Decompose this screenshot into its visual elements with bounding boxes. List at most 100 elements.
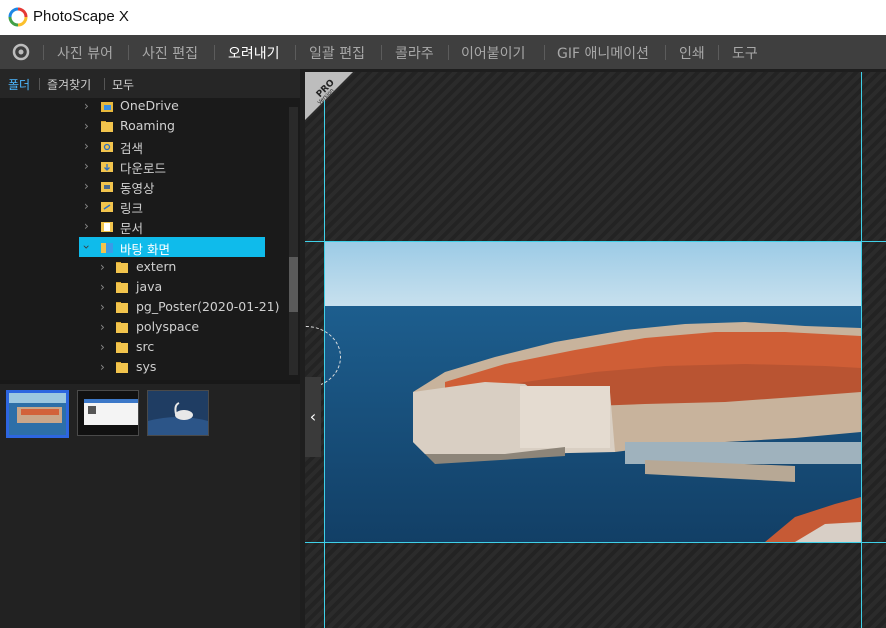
desktop-folder-icon	[101, 243, 113, 253]
tree-item-pg-poster[interactable]: › pg_Poster(2020-01-21)	[0, 297, 288, 317]
tree-item-label: 링크	[120, 201, 144, 216]
folder-icon	[116, 302, 128, 313]
menu-cut-out[interactable]: 오려내기	[228, 43, 280, 63]
tab-separator	[39, 78, 40, 90]
chevron-down-icon[interactable]: ›	[79, 245, 93, 250]
chevron-right-icon[interactable]: ›	[100, 340, 105, 354]
tree-item-label: OneDrive	[120, 98, 179, 113]
tree-item-label: 다운로드	[120, 161, 167, 176]
menu-combine[interactable]: 이어붙이기	[461, 43, 525, 63]
chevron-right-icon[interactable]: ›	[84, 179, 89, 193]
tree-item-label: Roaming	[120, 118, 175, 133]
thumbnail-image	[9, 393, 66, 435]
folder-icon	[116, 282, 128, 293]
chevron-right-icon[interactable]: ›	[100, 360, 105, 374]
tree-item-src[interactable]: › src	[0, 337, 288, 357]
menu-print[interactable]: 인쇄	[679, 43, 705, 63]
chevron-right-icon[interactable]: ›	[84, 159, 89, 173]
chevron-right-icon[interactable]: ›	[84, 99, 89, 113]
menu-separator	[214, 45, 215, 60]
menu-batch-editor[interactable]: 일괄 편집	[309, 43, 365, 63]
menu-separator	[381, 45, 382, 60]
tree-item-label: pg_Poster(2020-01-21)	[136, 299, 280, 314]
chevron-right-icon[interactable]: ›	[100, 280, 105, 294]
tree-item-label: 검색	[120, 141, 144, 156]
tree-item-videos[interactable]: › 동영상	[0, 176, 288, 196]
photoscape-logo-icon	[8, 7, 28, 27]
tree-item-label: src	[136, 339, 155, 354]
folder-icon	[101, 121, 113, 132]
tree-item-java[interactable]: › java	[0, 277, 288, 297]
tree-item-label: 바탕 화면	[120, 242, 170, 257]
tree-item-search[interactable]: › 검색	[0, 136, 288, 156]
link-folder-icon	[101, 202, 113, 212]
menu-separator	[665, 45, 666, 60]
tree-item-label: sys	[136, 359, 157, 374]
canvas-photo[interactable]	[325, 242, 861, 542]
video-folder-icon	[101, 182, 113, 192]
browser-tabs: 폴더 즐겨찾기 모두	[0, 69, 300, 98]
menu-separator	[718, 45, 719, 60]
menu-separator	[295, 45, 296, 60]
folder-icon	[116, 322, 128, 333]
tree-item-sys[interactable]: › sys	[0, 357, 288, 377]
guide-line-right[interactable]	[861, 72, 862, 628]
menu-separator	[544, 45, 545, 60]
chevron-right-icon[interactable]: ›	[100, 260, 105, 274]
thumbnail-screenshot[interactable]	[77, 390, 139, 436]
folder-icon	[116, 362, 128, 373]
tree-item-downloads[interactable]: › 다운로드	[0, 156, 288, 176]
thumbnail-swan[interactable]	[147, 390, 209, 436]
document-folder-icon	[101, 222, 113, 232]
chevron-right-icon[interactable]: ›	[84, 139, 89, 153]
tree-item-label: 동영상	[120, 181, 155, 196]
download-folder-icon	[101, 162, 113, 172]
menu-separator	[448, 45, 449, 60]
tab-folders[interactable]: 폴더	[8, 76, 30, 93]
cloud-folder-icon	[101, 102, 113, 112]
menu-photo-editor[interactable]: 사진 편집	[142, 43, 198, 63]
tree-scrollbar-thumb[interactable]	[289, 257, 298, 312]
menu-separator	[43, 45, 44, 60]
thumbnail-image	[78, 391, 138, 435]
tab-favorites[interactable]: 즐겨찾기	[47, 76, 91, 93]
tree-item-onedrive[interactable]: › OneDrive	[0, 98, 288, 116]
main-menu-bar: 사진 뷰어 사진 편집 오려내기 일괄 편집 콜라주 이어붙이기 GIF 애니메…	[0, 35, 886, 69]
tree-item-documents[interactable]: › 문서	[0, 216, 288, 236]
thumbnail-strip	[0, 380, 300, 628]
tree-item-label: extern	[136, 259, 177, 274]
pro-version-badge: PRO Version	[305, 72, 353, 120]
chevron-right-icon[interactable]: ›	[100, 300, 105, 314]
chevron-right-icon[interactable]: ›	[84, 219, 89, 233]
folder-icon	[116, 342, 128, 353]
folder-icon	[116, 262, 128, 273]
cut-out-canvas[interactable]: ‹ PRO Version	[305, 72, 886, 628]
tab-all[interactable]: 모두	[112, 76, 134, 93]
home-logo-icon[interactable]	[10, 42, 32, 62]
tree-item-label: polyspace	[136, 319, 200, 334]
tab-separator	[104, 78, 105, 90]
dubrovnik-photo	[325, 242, 861, 542]
collapse-panel-button[interactable]: ‹	[305, 377, 321, 457]
thumbnail-image	[148, 391, 208, 435]
guide-line-bottom[interactable]	[305, 542, 886, 543]
menu-tools[interactable]: 도구	[732, 43, 758, 63]
chevron-right-icon[interactable]: ›	[100, 320, 105, 334]
browser-panel: 폴더 즐겨찾기 모두 › OneDrive › Roaming › 검색 › 다…	[0, 69, 300, 628]
thumbnail-dubrovnik[interactable]	[6, 390, 69, 438]
title-bar: PhotoScape X	[0, 0, 886, 35]
search-folder-icon	[101, 142, 113, 152]
menu-collage[interactable]: 콜라주	[395, 43, 434, 63]
tree-item-roaming[interactable]: › Roaming	[0, 116, 288, 136]
tree-item-label: java	[136, 279, 163, 294]
tree-scrollbar[interactable]	[289, 107, 298, 375]
menu-separator	[128, 45, 129, 60]
chevron-right-icon[interactable]: ›	[84, 119, 89, 133]
tree-item-desktop[interactable]: › 바탕 화면	[0, 237, 288, 257]
menu-gif-animation[interactable]: GIF 애니메이션	[557, 43, 649, 63]
tree-item-polyspace[interactable]: › polyspace	[0, 317, 288, 337]
tree-item-links[interactable]: › 링크	[0, 196, 288, 216]
menu-photo-viewer[interactable]: 사진 뷰어	[57, 43, 113, 63]
tree-item-extern[interactable]: › extern	[0, 257, 288, 277]
chevron-right-icon[interactable]: ›	[84, 199, 89, 213]
